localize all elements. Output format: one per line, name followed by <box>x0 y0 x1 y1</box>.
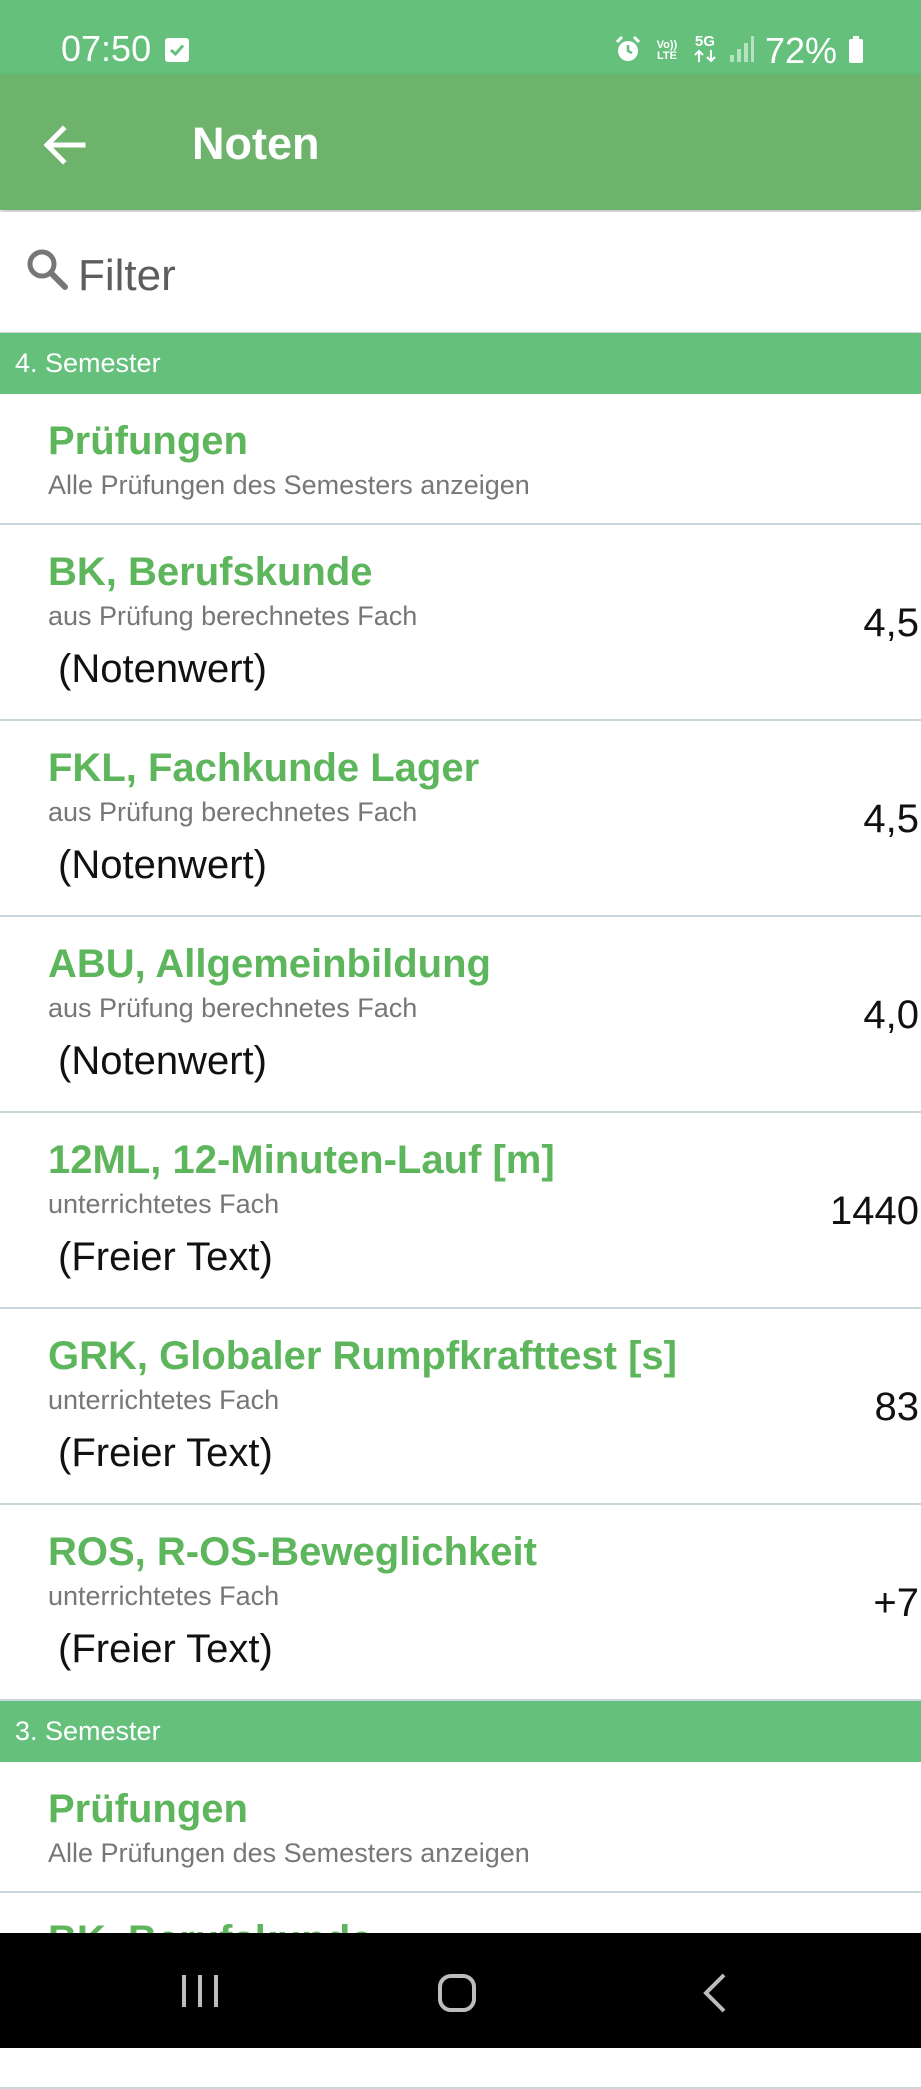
5g-icon: 5G <box>691 34 719 68</box>
subject-grade-value: 83 <box>874 1385 920 1429</box>
exams-row[interactable]: Prüfungen Alle Prüfungen des Semesters a… <box>0 1762 921 1893</box>
subject-grade-type: (Notenwert) <box>58 647 267 691</box>
volte-bottom-label: LTE <box>656 50 677 62</box>
subject-grade-value: 1440 <box>830 1189 919 1233</box>
signal-icon <box>729 35 755 68</box>
subject-row[interactable]: 12ML, 12-Minuten-Lauf [m] unterrichtetes… <box>0 1113 921 1309</box>
exams-subtitle: Alle Prüfungen des Semesters anzeigen <box>48 470 530 500</box>
battery-percent: 72% <box>764 30 837 71</box>
back-button[interactable] <box>30 110 100 180</box>
subject-row[interactable]: ABU, Allgemeinbildung aus Prüfung berech… <box>0 917 921 1113</box>
volte-icon: Vo)) LTE <box>653 40 681 62</box>
status-bar: 07:50 Vo)) LTE 5G 72% <box>0 0 921 75</box>
network-type-label: 5G <box>694 33 715 50</box>
subject-title: FKL, Fachkunde Lager <box>48 746 480 790</box>
subject-subtitle: unterrichtetes Fach <box>48 1189 280 1219</box>
subject-title: ROS, R-OS-Beweglichkeit <box>48 1530 537 1574</box>
check-notification-icon <box>165 38 189 62</box>
subject-title: ABU, Allgemeinbildung <box>48 942 491 986</box>
subject-subtitle: aus Prüfung berechnetes Fach <box>48 601 418 631</box>
status-icons: Vo)) LTE 5G 72% <box>613 28 863 74</box>
subject-grade-type: (Freier Text) <box>58 1431 273 1475</box>
subject-grade-value: 4,5 <box>863 601 919 645</box>
subject-subtitle: aus Prüfung berechnetes Fach <box>48 993 418 1023</box>
status-time: 07:50 <box>61 28 152 69</box>
subject-subtitle: aus Prüfung berechnetes Fach <box>48 797 418 827</box>
filter-input[interactable] <box>78 248 878 304</box>
subject-subtitle: unterrichtetes Fach <box>48 1385 280 1415</box>
subject-grade-type: (Freier Text) <box>58 1627 273 1671</box>
battery-icon <box>849 36 863 63</box>
subject-grade-type: (Notenwert) <box>58 1039 267 1083</box>
recent-apps-button[interactable] <box>180 1973 220 2009</box>
subject-grade-type: (Freier Text) <box>58 1235 273 1279</box>
arrow-left-icon <box>43 125 86 165</box>
section-header: 3. Semester <box>0 1701 921 1762</box>
subject-grade-value: 4,5 <box>863 797 919 841</box>
grades-list: 4. Semester Prüfungen Alle Prüfungen des… <box>0 333 921 2089</box>
subject-title: GRK, Globaler Rumpfkrafttest [s] <box>48 1334 677 1378</box>
alarm-icon <box>613 34 643 69</box>
subject-subtitle: unterrichtetes Fach <box>48 1581 280 1611</box>
exams-title: Prüfungen <box>48 419 248 463</box>
exams-row[interactable]: Prüfungen Alle Prüfungen des Semesters a… <box>0 394 921 525</box>
subject-row[interactable]: ROS, R-OS-Beweglichkeit unterrichtetes F… <box>0 1505 921 1701</box>
filter-bar <box>0 212 921 333</box>
exams-title: Prüfungen <box>48 1787 248 1831</box>
subject-grade-type: (Notenwert) <box>58 843 267 887</box>
subject-row[interactable]: GRK, Globaler Rumpfkrafttest [s] unterri… <box>0 1309 921 1505</box>
search-icon <box>27 249 68 290</box>
subject-grade-value: +7 <box>873 1581 919 1625</box>
subject-title: 12ML, 12-Minuten-Lauf [m] <box>48 1138 555 1182</box>
system-nav-bar <box>0 1933 921 2048</box>
subject-row[interactable]: FKL, Fachkunde Lager aus Prüfung berechn… <box>0 721 921 917</box>
app-bar: Noten <box>0 75 921 210</box>
page-title: Noten <box>192 118 320 169</box>
back-nav-button[interactable] <box>700 1971 730 2015</box>
section-header: 4. Semester <box>0 333 921 394</box>
subject-grade-value: 4,0 <box>863 993 919 1037</box>
home-button[interactable] <box>437 1973 477 2013</box>
subject-title: BK, Berufskunde <box>48 550 373 594</box>
subject-row[interactable]: BK, Berufskunde aus Prüfung berechnetes … <box>0 525 921 721</box>
exams-subtitle: Alle Prüfungen des Semesters anzeigen <box>48 1838 530 1868</box>
